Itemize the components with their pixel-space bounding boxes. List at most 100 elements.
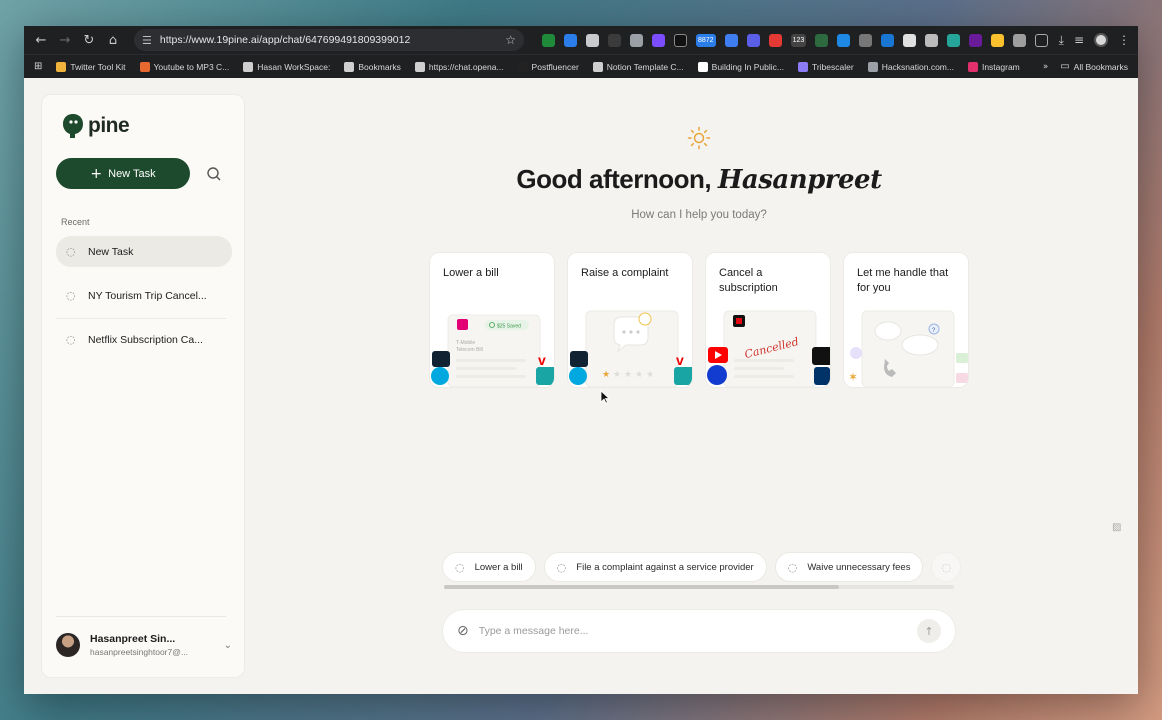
bookmark-item[interactable]: Instagram <box>967 61 1020 72</box>
greeting-prefix: Good afternoon, <box>516 164 718 194</box>
extension-icon[interactable] <box>630 33 643 47</box>
extension-icon[interactable] <box>652 33 665 47</box>
bookmark-item[interactable]: Hasan WorkSpace: <box>243 61 331 72</box>
extension-icon[interactable] <box>903 33 917 47</box>
user-email: hasanpreetsinghtoor7@... <box>90 647 188 657</box>
extension-icon[interactable] <box>991 33 1005 47</box>
extension-badge[interactable]: 123 <box>790 33 807 47</box>
extension-icon[interactable] <box>746 33 760 47</box>
recent-item-new-task[interactable]: ◌ New Task <box>56 236 232 267</box>
extension-icon[interactable] <box>837 33 851 47</box>
bookmark-label: Building In Public... <box>711 61 784 72</box>
user-profile[interactable]: Hasanpreet Sin... hasanpreetsinghtoor7@.… <box>56 623 232 667</box>
paperclip-icon[interactable]: ⊘ <box>457 623 469 639</box>
pine-app: pine + New Task Recent ◌ New Task ◌ NY T… <box>24 78 1138 694</box>
t-mobile-icon <box>457 319 468 330</box>
chat-bubble-icon: ◌ <box>787 560 798 574</box>
extension-icon[interactable] <box>608 33 621 47</box>
bookmark-favicon-icon <box>517 61 528 72</box>
chips-scrollbar-thumb[interactable] <box>444 585 839 589</box>
svg-text:★: ★ <box>602 370 610 380</box>
address-bar[interactable]: ☰ https://www.19pine.ai/app/chat/6476994… <box>134 29 524 51</box>
bookmark-item[interactable]: Bookmarks <box>344 61 401 72</box>
extensions-puzzle-icon[interactable] <box>1035 33 1049 47</box>
extension-icon[interactable] <box>925 33 939 47</box>
home-icon[interactable]: ⌂ <box>104 31 122 49</box>
message-input[interactable] <box>478 625 907 637</box>
profile-avatar[interactable] <box>1094 33 1108 47</box>
send-button[interactable]: ↑ <box>917 619 941 643</box>
chip-lower-bill[interactable]: ◌ Lower a bill <box>442 552 536 582</box>
pine-logo-text: pine <box>88 114 130 137</box>
all-bookmarks-label: All Bookmarks <box>1073 61 1128 72</box>
chip-waive-fees[interactable]: ◌ Waive unnecessary fees <box>774 552 924 582</box>
bookmark-item[interactable]: Hacksnation.com... <box>867 61 954 72</box>
pine-logo[interactable]: pine <box>62 113 130 139</box>
greeting-subtitle: How can I help you today? <box>631 209 767 221</box>
download-icon[interactable]: ⤓ <box>1059 33 1064 48</box>
bookmark-item[interactable]: Tribescaler <box>797 61 854 72</box>
extension-icon[interactable] <box>542 33 555 47</box>
extension-icon[interactable] <box>947 33 961 47</box>
user-name: Hasanpreet Sin... <box>90 633 176 645</box>
bookmark-label: Youtube to MP3 C... <box>153 61 230 72</box>
extension-icon[interactable] <box>1013 33 1027 47</box>
chip-file-complaint[interactable]: ◌ File a complaint against a service pro… <box>543 552 767 582</box>
plus-icon: + <box>90 165 103 182</box>
recent-item-netflix[interactable]: ◌ Netflix Subscription Ca... <box>56 324 232 355</box>
extension-icon[interactable] <box>859 33 873 47</box>
bookmark-favicon-icon <box>414 61 425 72</box>
back-icon[interactable]: ← <box>32 31 50 49</box>
extension-icon[interactable] <box>969 33 983 47</box>
bookmark-item[interactable]: Twitter Tool Kit <box>56 61 126 72</box>
new-task-button[interactable]: + New Task <box>56 158 190 189</box>
menu-kebab-icon[interactable]: ⋮ <box>1118 33 1130 47</box>
pine-logo-icon <box>63 114 83 138</box>
bill-provider-text: T-Mobile <box>456 340 475 346</box>
bookmark-favicon-icon <box>697 61 708 72</box>
extension-icon[interactable] <box>724 33 738 47</box>
card-cancel-subscription[interactable]: Cancel a subscription Cancelled <box>705 252 831 388</box>
bookmark-label: Twitter Tool Kit <box>70 61 126 72</box>
bookmark-item[interactable]: Building In Public... <box>697 61 784 72</box>
bookmark-label: Hasan WorkSpace: <box>257 61 331 72</box>
pen-extension-icon[interactable] <box>586 33 599 47</box>
apps-grid-icon[interactable]: ⊞ <box>34 61 42 72</box>
chips-scrollbar[interactable] <box>444 585 954 589</box>
bill-illustration: $25 Saved T-Mobile Telecom Bill v <box>431 314 554 387</box>
reload-icon[interactable]: ↻ <box>80 31 98 49</box>
extension-icon[interactable] <box>815 33 829 47</box>
bookmark-item[interactable]: Postfluencer <box>517 61 579 72</box>
all-bookmarks-folder[interactable]: ▭ All Bookmarks <box>1060 61 1128 72</box>
card-title: Lower a bill <box>443 267 499 279</box>
search-icon[interactable] <box>204 164 224 184</box>
svg-text:v: v <box>676 352 684 368</box>
bookmark-item[interactable]: https://chat.opena... <box>414 61 504 72</box>
recent-item-ny-tourism[interactable]: ◌ NY Tourism Trip Cancel... <box>56 280 232 311</box>
att-logo <box>431 367 449 385</box>
recent-list: ◌ New Task ◌ NY Tourism Trip Cancel... ◌… <box>56 236 232 368</box>
site-info-icon[interactable]: ☰ <box>142 34 152 47</box>
extension-icon[interactable] <box>881 33 895 47</box>
bookmark-label: Notion Template C... <box>606 61 684 72</box>
card-title: Cancel a subscription <box>719 267 778 294</box>
extension-badge[interactable]: 8872 <box>696 33 716 47</box>
card-lower-bill[interactable]: Lower a bill $25 Saved T-Mobile Telecom … <box>429 252 555 388</box>
more-bookmarks-icon[interactable]: » <box>1043 62 1048 72</box>
svg-text:★: ★ <box>646 370 654 380</box>
chip-more[interactable]: ◌ <box>931 552 962 582</box>
extension-icon[interactable] <box>768 33 782 47</box>
chevron-down-icon[interactable]: ⌄ <box>224 640 232 651</box>
bookmark-item[interactable]: Youtube to MP3 C... <box>139 61 230 72</box>
extension-icon[interactable] <box>564 33 577 47</box>
tab-search-icon[interactable]: ≡ <box>1074 33 1084 47</box>
card-raise-complaint[interactable]: Raise a complaint ★ ★ ★ ★ ★ v <box>567 252 693 388</box>
bookmark-star-icon[interactable]: ☆ <box>505 33 516 47</box>
address-url[interactable]: https://www.19pine.ai/app/chat/647699491… <box>160 34 497 46</box>
bookmark-item[interactable]: Notion Template C... <box>592 61 684 72</box>
forward-icon[interactable]: → <box>56 31 74 49</box>
extension-icon[interactable] <box>674 33 687 47</box>
card-let-me-handle[interactable]: Let me handle that for you ? ✶ <box>843 252 969 388</box>
divider <box>56 616 226 617</box>
bookmark-label: Instagram <box>981 61 1020 72</box>
